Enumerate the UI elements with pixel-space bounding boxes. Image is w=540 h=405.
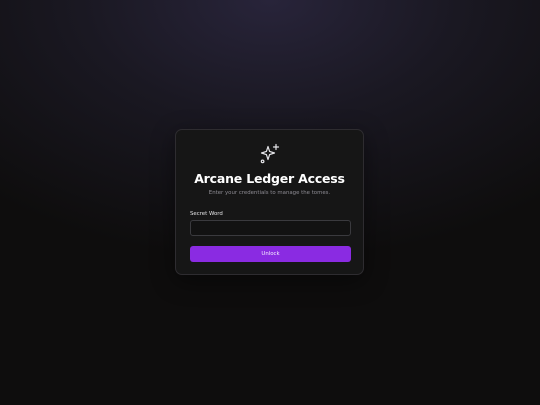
unlock-button[interactable]: Unlock xyxy=(190,246,351,262)
secret-word-label: Secret Word xyxy=(190,211,223,217)
page-title: Arcane Ledger Access xyxy=(194,171,345,186)
login-card: Arcane Ledger Access Enter your credenti… xyxy=(175,129,364,275)
sparkles-icon xyxy=(259,143,281,165)
page-subtitle: Enter your credentials to manage the tom… xyxy=(208,190,331,196)
secret-word-input[interactable] xyxy=(190,220,351,236)
